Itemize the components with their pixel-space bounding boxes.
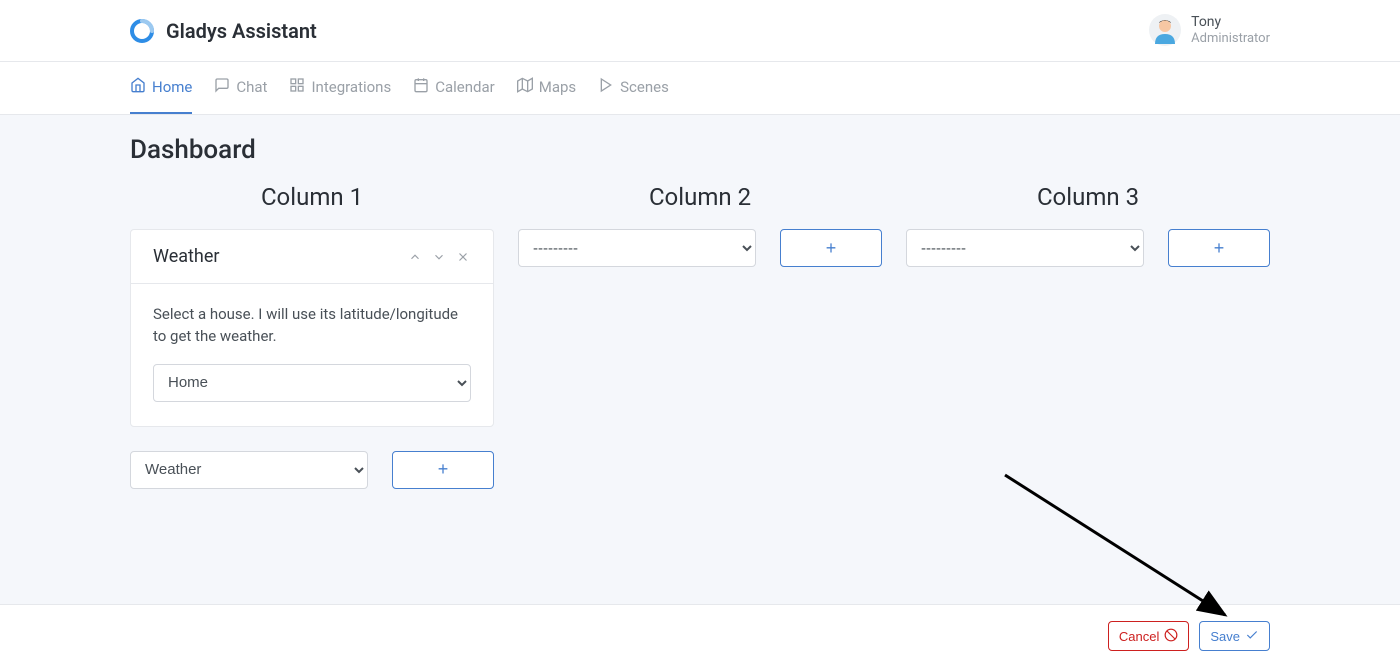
nav-home-label: Home — [152, 78, 192, 96]
nav-maps-label: Maps — [539, 78, 576, 96]
cancel-icon — [1164, 628, 1178, 645]
nav-maps[interactable]: Maps — [517, 62, 576, 114]
column-2: Column 2 --------- + — [518, 183, 882, 267]
column-1: Column 1 Weather — [130, 183, 494, 489]
move-down-icon[interactable] — [431, 249, 447, 265]
nav-integrations[interactable]: Integrations — [289, 62, 391, 114]
columns: Column 1 Weather — [130, 183, 1270, 489]
column-2-add-button[interactable]: + — [780, 229, 882, 267]
save-label: Save — [1210, 629, 1240, 644]
save-button[interactable]: Save — [1199, 621, 1270, 651]
user-menu[interactable]: Tony Administrator — [1149, 14, 1270, 46]
check-icon — [1245, 628, 1259, 645]
column-1-add-button[interactable]: + — [392, 451, 494, 489]
weather-card-actions — [407, 249, 471, 265]
user-text: Tony Administrator — [1191, 14, 1270, 46]
column-1-title: Column 1 — [130, 183, 494, 211]
nav-calendar[interactable]: Calendar — [413, 62, 495, 114]
column-1-add-row: Weather + — [130, 451, 494, 489]
nav-chat-label: Chat — [236, 78, 267, 96]
nav-home[interactable]: Home — [130, 62, 192, 114]
user-role: Administrator — [1191, 31, 1270, 47]
move-up-icon[interactable] — [407, 249, 423, 265]
column-3-add-button[interactable]: + — [1168, 229, 1270, 267]
weather-card-title: Weather — [153, 246, 219, 267]
cancel-button[interactable]: Cancel — [1108, 621, 1189, 651]
column-3-title: Column 3 — [906, 183, 1270, 211]
logo-icon — [130, 19, 154, 43]
weather-card-header: Weather — [131, 230, 493, 284]
plus-icon: + — [1214, 238, 1225, 259]
column-3-widget-select[interactable]: --------- — [906, 229, 1144, 267]
house-select[interactable]: Home — [153, 364, 471, 402]
user-name: Tony — [1191, 14, 1270, 31]
close-icon[interactable] — [455, 249, 471, 265]
map-icon — [517, 77, 533, 97]
nav-scenes-label: Scenes — [620, 78, 669, 96]
nav-integrations-label: Integrations — [311, 78, 391, 96]
page-title: Dashboard — [130, 135, 1270, 165]
cancel-label: Cancel — [1119, 629, 1159, 644]
column-1-widget-select[interactable]: Weather — [130, 451, 368, 489]
brand[interactable]: Gladys Assistant — [130, 19, 317, 43]
nav-calendar-label: Calendar — [435, 78, 495, 96]
nav-chat[interactable]: Chat — [214, 62, 267, 114]
plus-icon: + — [438, 459, 449, 480]
nav-scenes[interactable]: Scenes — [598, 62, 669, 114]
brand-title: Gladys Assistant — [166, 19, 317, 43]
play-icon — [598, 77, 614, 97]
column-2-title: Column 2 — [518, 183, 882, 211]
grid-icon — [289, 77, 305, 97]
top-header: Gladys Assistant Tony Administrator — [0, 0, 1400, 62]
calendar-icon — [413, 77, 429, 97]
nav-bar: Home Chat Integrations Calendar Maps — [0, 62, 1400, 115]
avatar — [1149, 14, 1181, 46]
column-2-add-row: --------- + — [518, 229, 882, 267]
column-3-add-row: --------- + — [906, 229, 1270, 267]
footer: Cancel Save — [0, 604, 1400, 667]
column-3: Column 3 --------- + — [906, 183, 1270, 267]
column-2-widget-select[interactable]: --------- — [518, 229, 756, 267]
plus-icon: + — [826, 238, 837, 259]
weather-card-description: Select a house. I will use its latitude/… — [153, 304, 471, 348]
home-icon — [130, 77, 146, 97]
weather-card-body: Select a house. I will use its latitude/… — [131, 284, 493, 426]
weather-card: Weather Select a house. I w — [130, 229, 494, 427]
chat-icon — [214, 77, 230, 97]
main-container: Dashboard Column 1 Weather — [0, 115, 1400, 589]
